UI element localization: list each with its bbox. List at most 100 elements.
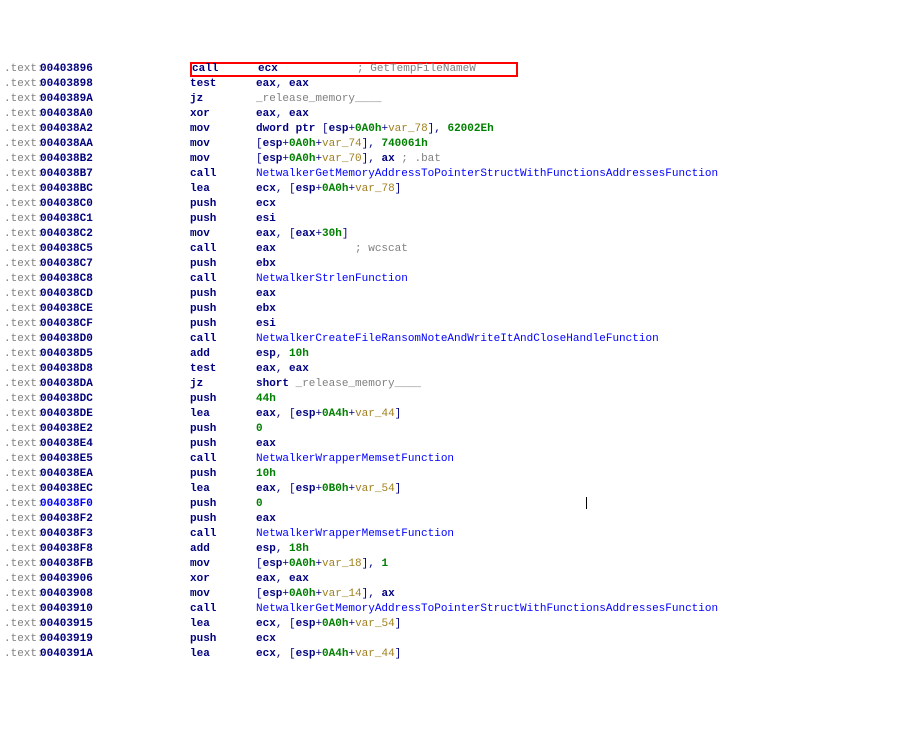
address: 004038C7 bbox=[40, 257, 190, 272]
operands: eax bbox=[256, 287, 276, 302]
mnemonic: call bbox=[190, 452, 256, 467]
operand-token: ], bbox=[362, 153, 382, 165]
asm-line[interactable]: .text:004038CDpusheax bbox=[0, 287, 902, 302]
asm-line[interactable]: .text:004038E2push0 bbox=[0, 422, 902, 437]
asm-line[interactable]: .text:004038F2pusheax bbox=[0, 512, 902, 527]
asm-line[interactable]: .text:004038C7pushebx bbox=[0, 257, 902, 272]
asm-line[interactable]: .text:004038C5calleax ; wcscat bbox=[0, 242, 902, 257]
stack-var: var_18 bbox=[322, 558, 362, 570]
asm-line[interactable]: .text:004038B2mov[esp+0A0h+var_70], ax ;… bbox=[0, 152, 902, 167]
asm-line[interactable]: .text:004038DEleaeax, [esp+0A4h+var_44] bbox=[0, 407, 902, 422]
operand-token: _release_memory____ bbox=[256, 93, 381, 105]
asm-line[interactable]: .text:00403910callNetwalkerGetMemoryAddr… bbox=[0, 602, 902, 617]
operand-token: , [ bbox=[276, 483, 296, 495]
asm-line[interactable]: .text:004038F3callNetwalkerWrapperMemset… bbox=[0, 527, 902, 542]
operands: ecx bbox=[256, 632, 276, 647]
address: 004038A2 bbox=[40, 122, 190, 137]
address: 004038C0 bbox=[40, 197, 190, 212]
address: 004038F0 bbox=[40, 497, 190, 512]
address: 004038DC bbox=[40, 392, 190, 407]
segment-label: .text: bbox=[0, 467, 40, 482]
segment-label: .text: bbox=[0, 632, 40, 647]
operand-token: eax bbox=[289, 363, 309, 375]
mnemonic: push bbox=[190, 287, 256, 302]
operands: eax, eax bbox=[256, 572, 309, 587]
asm-line[interactable]: .text:00403906xoreax, eax bbox=[0, 572, 902, 587]
immediate: 62002Eh bbox=[447, 123, 493, 135]
asm-line[interactable]: .text:004038D8testeax, eax bbox=[0, 362, 902, 377]
operand-token: short bbox=[256, 378, 296, 390]
asm-line[interactable]: .text:00403908mov[esp+0A0h+var_14], ax bbox=[0, 587, 902, 602]
asm-line[interactable]: .text:004038D0callNetwalkerCreateFileRan… bbox=[0, 332, 902, 347]
immediate: 0A4h bbox=[322, 408, 348, 420]
operand-token: ecx bbox=[256, 648, 276, 660]
address: 004038CF bbox=[40, 317, 190, 332]
operand-token: ] bbox=[395, 483, 402, 495]
operand-token: , bbox=[276, 348, 289, 360]
segment-label: .text: bbox=[0, 287, 40, 302]
asm-line[interactable]: .text:004038DAjzshort _release_memory___… bbox=[0, 377, 902, 392]
asm-line[interactable]: .text:00403915leaecx, [esp+0A0h+var_54] bbox=[0, 617, 902, 632]
asm-line[interactable]: .text:004038DCpush44h bbox=[0, 392, 902, 407]
operand-token: , bbox=[276, 78, 289, 90]
segment-label: .text: bbox=[0, 572, 40, 587]
segment-label: .text: bbox=[0, 602, 40, 617]
mnemonic: lea bbox=[190, 407, 256, 422]
asm-line[interactable]: .text:004038BCleaecx, [esp+0A0h+var_78] bbox=[0, 182, 902, 197]
operand-token: esi bbox=[256, 213, 276, 225]
asm-line[interactable]: .text:00403896callecx ; GetTempFileNameW bbox=[0, 62, 902, 77]
address: 004038DE bbox=[40, 407, 190, 422]
stack-var: var_54 bbox=[355, 618, 395, 630]
asm-line[interactable]: .text:00403898testeax, eax bbox=[0, 77, 902, 92]
asm-line[interactable]: .text:004038C2moveax, [eax+30h] bbox=[0, 227, 902, 242]
asm-line[interactable]: .text:004038B7callNetwalkerGetMemoryAddr… bbox=[0, 167, 902, 182]
asm-line[interactable]: .text:004038E5callNetwalkerWrapperMemset… bbox=[0, 452, 902, 467]
operands: eax, [esp+0A4h+var_44] bbox=[256, 407, 401, 422]
stack-var: var_78 bbox=[355, 183, 395, 195]
segment-label: .text: bbox=[0, 257, 40, 272]
asm-line[interactable]: .text:004038C8callNetwalkerStrlenFunctio… bbox=[0, 272, 902, 287]
address: 00403896 bbox=[40, 62, 190, 77]
mnemonic: call bbox=[190, 272, 256, 287]
asm-line[interactable]: .text:004038A2movdword ptr [esp+0A0h+var… bbox=[0, 122, 902, 137]
operand-token: + bbox=[348, 618, 355, 630]
asm-line[interactable]: .text:004038A0xoreax, eax bbox=[0, 107, 902, 122]
operand-token: , bbox=[276, 108, 289, 120]
operand-token: ] bbox=[395, 408, 402, 420]
mnemonic: jz bbox=[190, 92, 256, 107]
mnemonic: xor bbox=[190, 107, 256, 122]
asm-line[interactable]: .text:004038CFpushesi bbox=[0, 317, 902, 332]
asm-line[interactable]: .text:004038F0push0 bbox=[0, 497, 902, 512]
segment-label: .text: bbox=[0, 452, 40, 467]
mnemonic: call bbox=[190, 527, 256, 542]
asm-line[interactable]: .text:00403919pushecx bbox=[0, 632, 902, 647]
operand-token: ], bbox=[362, 138, 382, 150]
segment-label: .text: bbox=[0, 482, 40, 497]
asm-line[interactable]: .text:004038AAmov[esp+0A0h+var_74], 7400… bbox=[0, 137, 902, 152]
asm-line[interactable]: .text:004038CEpushebx bbox=[0, 302, 902, 317]
operands: NetwalkerGetMemoryAddressToPointerStruct… bbox=[256, 602, 718, 617]
operand-token: , [ bbox=[276, 408, 296, 420]
mnemonic: lea bbox=[190, 647, 256, 662]
asm-line[interactable]: .text:004038EApush10h bbox=[0, 467, 902, 482]
operand-token: ], bbox=[428, 123, 448, 135]
operand-token: eax bbox=[256, 363, 276, 375]
asm-line[interactable]: .text:004038F8addesp, 18h bbox=[0, 542, 902, 557]
segment-label: .text: bbox=[0, 122, 40, 137]
asm-line[interactable]: .text:004038E4pusheax bbox=[0, 437, 902, 452]
comment: ; .bat bbox=[401, 153, 441, 165]
asm-line[interactable]: .text:004038FBmov[esp+0A0h+var_18], 1 bbox=[0, 557, 902, 572]
operand-token: eax bbox=[256, 243, 276, 255]
operands: short _release_memory____ bbox=[256, 377, 421, 392]
asm-line[interactable]: .text:0040389Ajz_release_memory____ bbox=[0, 92, 902, 107]
asm-line[interactable]: .text:004038D5addesp, 10h bbox=[0, 347, 902, 362]
asm-line[interactable]: .text:0040391Aleaecx, [esp+0A4h+var_44] bbox=[0, 647, 902, 662]
address: 004038C1 bbox=[40, 212, 190, 227]
address: 004038FB bbox=[40, 557, 190, 572]
asm-line[interactable]: .text:004038C0pushecx bbox=[0, 197, 902, 212]
address: 004038D8 bbox=[40, 362, 190, 377]
address: 004038F8 bbox=[40, 542, 190, 557]
mnemonic: lea bbox=[190, 617, 256, 632]
asm-line[interactable]: .text:004038C1pushesi bbox=[0, 212, 902, 227]
asm-line[interactable]: .text:004038ECleaeax, [esp+0B0h+var_54] bbox=[0, 482, 902, 497]
